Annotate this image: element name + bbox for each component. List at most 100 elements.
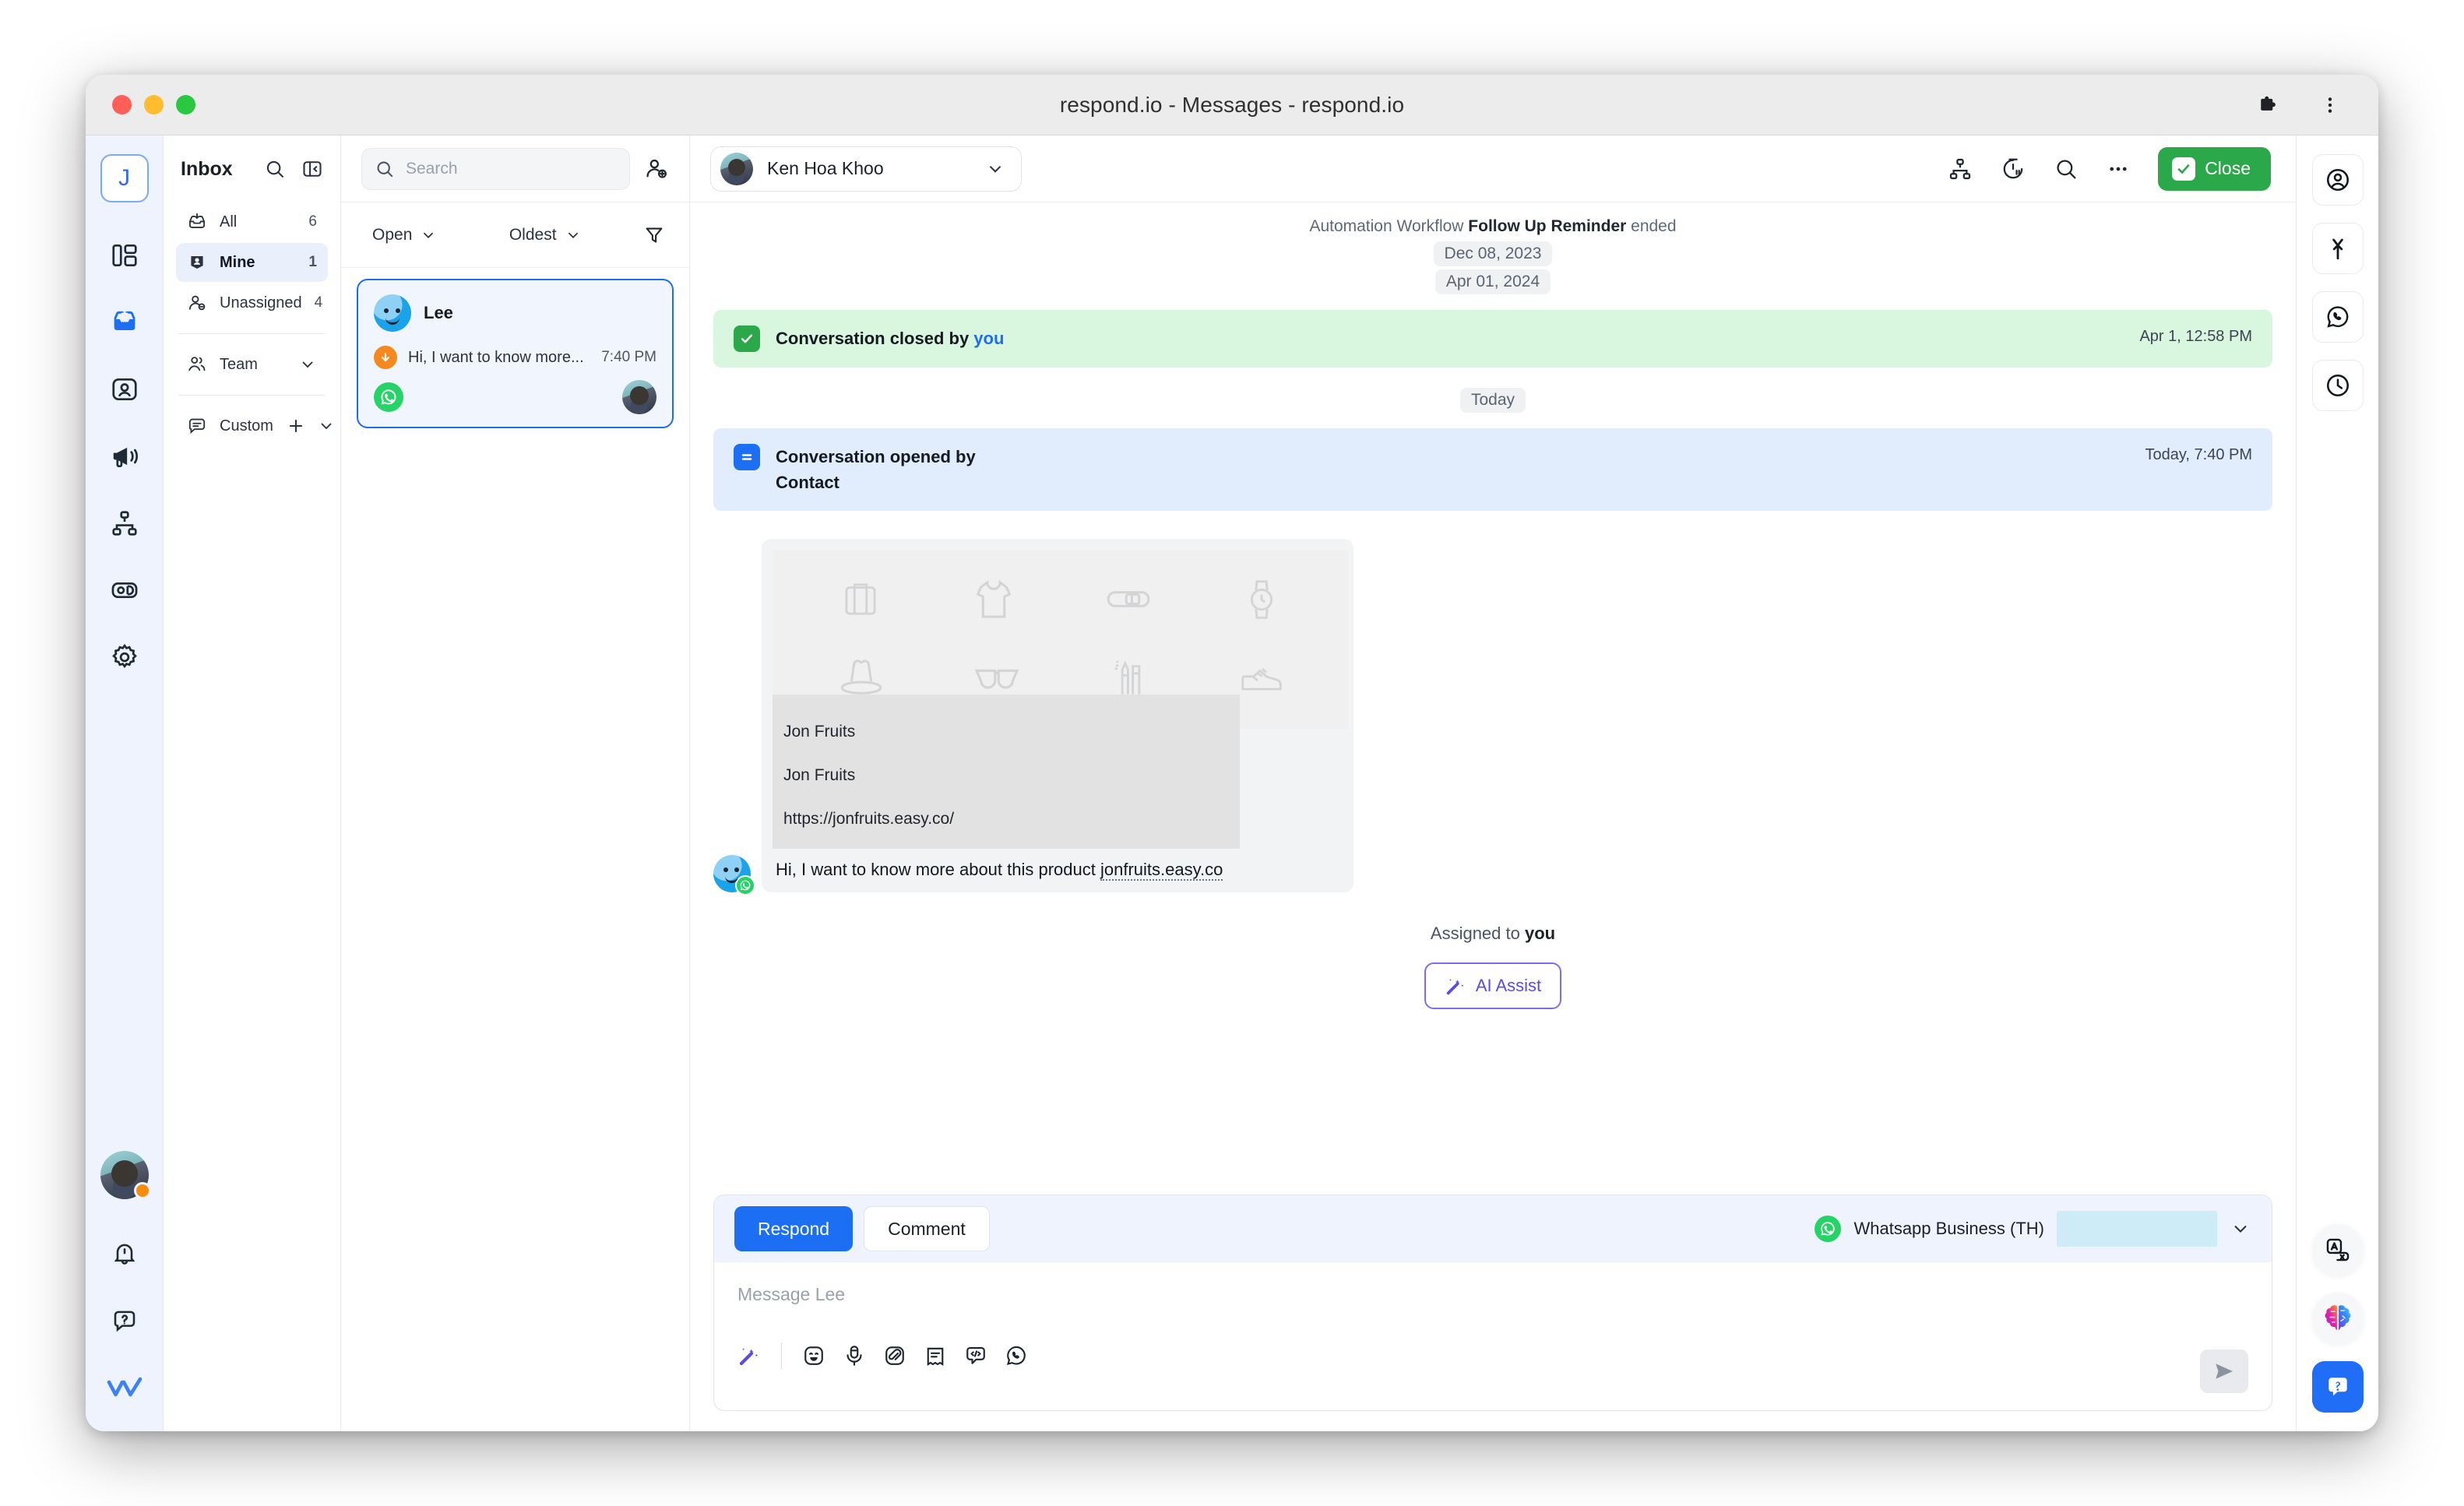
message-bubble: Jon Fruits Jon Fruits https://jonfruits.…	[762, 539, 1353, 893]
check-square-icon	[2172, 157, 2196, 181]
sidebar-item-workflows[interactable]	[100, 498, 150, 548]
channel-redacted-value	[2057, 1211, 2217, 1247]
today-chip: Today	[1459, 388, 1526, 413]
sidebar-item-count: 1	[308, 254, 317, 270]
activity-history-button[interactable]	[2311, 360, 2364, 411]
sidebar-group-team[interactable]: Team	[176, 345, 328, 384]
help-button[interactable]	[100, 1296, 150, 1346]
org-chart-icon[interactable]	[1948, 157, 1973, 181]
magic-wand-icon[interactable]	[737, 1344, 761, 1367]
sidebar-item-inbox[interactable]	[100, 297, 150, 347]
ai-agent-button[interactable]	[2311, 1293, 2364, 1344]
status-filter-dropdown[interactable]: Open	[361, 221, 448, 249]
sort-dropdown[interactable]: Oldest	[498, 221, 593, 249]
message-link[interactable]: jonfruits.easy.co	[1100, 860, 1223, 881]
chevron-down-icon[interactable]	[317, 417, 336, 435]
link-preview-meta: Jon Fruits Jon Fruits https://jonfruits.…	[773, 695, 1240, 850]
search-icon	[375, 159, 395, 179]
translate-button[interactable]	[2311, 1224, 2364, 1276]
assignment-actor: you	[1524, 924, 1556, 944]
date-chip: Dec 08, 2023	[1433, 241, 1553, 267]
variable-code-icon[interactable]	[964, 1344, 987, 1367]
gear-icon	[110, 642, 139, 672]
list-item[interactable]: Lee Hi, I want to know more... 7:40 PM	[357, 279, 674, 428]
plus-icon[interactable]	[286, 416, 306, 436]
automation-notice-prefix: Automation Workflow	[1309, 217, 1469, 235]
search-input-wrapper[interactable]	[361, 147, 630, 190]
check-square-icon	[734, 325, 760, 353]
ai-assist-button[interactable]: AI Assist	[1424, 962, 1562, 1010]
merge-contacts-button[interactable]	[2311, 223, 2364, 274]
more-horizontal-icon[interactable]	[2107, 157, 2130, 181]
person-plus-icon[interactable]	[644, 157, 669, 181]
channel-label: Whatsapp Business (TH)	[1853, 1219, 2044, 1238]
event-text: Conversation closed by	[776, 329, 974, 349]
respondio-logo-icon	[100, 1363, 150, 1413]
search-icon[interactable]	[264, 158, 286, 180]
tshirt-icon	[976, 580, 1011, 618]
backpack-icon	[844, 583, 876, 615]
whatsapp-template-icon[interactable]	[1005, 1344, 1028, 1367]
funnel-icon[interactable]	[642, 223, 666, 247]
whatsapp-channel-button[interactable]	[2311, 291, 2364, 343]
sidebar-item-reports[interactable]	[100, 565, 150, 615]
event-conversation-closed: Conversation closed by you Apr 1, 12:58 …	[713, 310, 2272, 368]
contact-details-button[interactable]	[2311, 154, 2364, 206]
sidebar-item-all[interactable]: All 6	[176, 202, 328, 241]
sidebar-group-label: Custom	[220, 417, 273, 435]
contact-card-icon	[110, 375, 139, 404]
conversation-panel: Ken Hoa Khoo Close Automation Workflow F…	[690, 135, 2296, 1431]
search-icon[interactable]	[2054, 157, 2079, 181]
sidebar-item-unassigned[interactable]: Unassigned 4	[176, 283, 328, 322]
tab-respond[interactable]: Respond	[734, 1206, 854, 1251]
question-bubble-icon	[2324, 1373, 2352, 1401]
notifications-button[interactable]	[100, 1229, 150, 1279]
megaphone-icon	[110, 442, 139, 471]
left-nav-rail: J	[86, 135, 164, 1431]
app-root: J Inbox All 6 Mine 1 Unassigned 4 Team C…	[86, 135, 2378, 1431]
automation-workflow-name: Follow Up Reminder	[1468, 217, 1627, 235]
snippet-icon[interactable]	[924, 1344, 947, 1367]
channel-selector[interactable]: Whatsapp Business (TH)	[1815, 1211, 2251, 1247]
brain-icon	[2320, 1301, 2356, 1335]
message-thread[interactable]: Automation Workflow Follow Up Reminder e…	[690, 202, 2296, 1177]
message-composer: Respond Comment Whatsapp Business (TH) M…	[713, 1195, 2272, 1411]
event-actor: you	[973, 329, 1005, 349]
kebab-menu-icon[interactable]	[2314, 90, 2346, 121]
magic-wand-sparkle-icon	[1445, 975, 1466, 997]
merge-arrow-icon	[2325, 235, 2351, 262]
collapse-panel-icon[interactable]	[301, 158, 323, 180]
contact-selector[interactable]: Ken Hoa Khoo	[710, 146, 1022, 192]
sidebar-item-broadcasts[interactable]	[100, 431, 150, 481]
help-center-button[interactable]	[2311, 1361, 2364, 1413]
sidebar-item-settings[interactable]	[100, 632, 150, 682]
avatar[interactable]	[100, 1151, 151, 1199]
contact-name: Ken Hoa Khoo	[767, 158, 884, 178]
sidebar-item-mine[interactable]: Mine 1	[176, 243, 328, 282]
attachment-icon[interactable]	[883, 1344, 906, 1367]
link-preview-url: https://jonfruits.easy.co/	[783, 810, 955, 829]
sidebar-item-dashboard[interactable]	[100, 230, 150, 280]
sidebar-item-contacts[interactable]	[100, 364, 150, 414]
chevron-down-icon[interactable]	[2230, 1218, 2251, 1240]
workspace-switcher[interactable]: J	[100, 154, 149, 202]
maximize-window-button[interactable]	[176, 95, 195, 114]
microphone-icon[interactable]	[843, 1344, 866, 1367]
browser-window: respond.io - Messages - respond.io J Inb…	[86, 75, 2378, 1431]
emoji-icon[interactable]	[802, 1344, 825, 1367]
puzzle-piece-icon[interactable]	[2252, 90, 2283, 121]
assignee-avatar	[622, 380, 656, 414]
window-title: respond.io - Messages - respond.io	[1059, 92, 1405, 117]
snooze-timer-icon[interactable]	[2001, 157, 2026, 181]
close-conversation-button[interactable]: Close	[2158, 146, 2271, 191]
minimize-window-button[interactable]	[144, 95, 164, 114]
close-window-button[interactable]	[112, 95, 132, 114]
search-input[interactable]	[406, 159, 617, 178]
sidebar-group-custom[interactable]: Custom	[176, 406, 332, 445]
chevron-down-icon[interactable]	[298, 355, 317, 374]
contact-name: Lee	[424, 303, 453, 322]
tab-comment[interactable]: Comment	[864, 1206, 990, 1251]
send-paper-plane-icon[interactable]	[2200, 1349, 2248, 1393]
sidebar-item-label: All	[220, 213, 238, 230]
message-input[interactable]: Message Lee	[737, 1284, 2248, 1305]
